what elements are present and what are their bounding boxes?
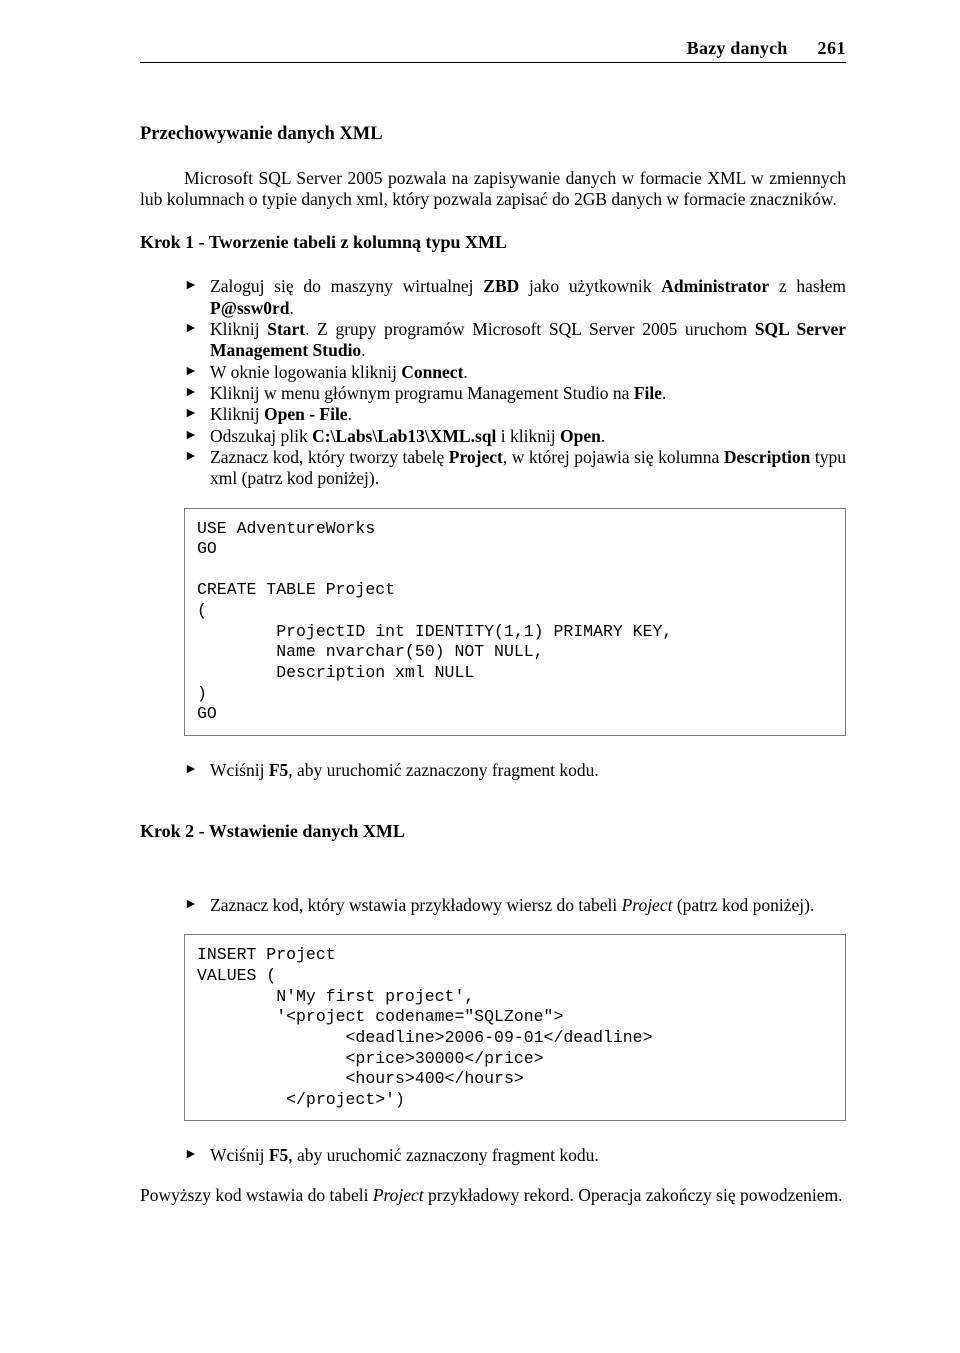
list-item: W oknie logowania kliknij Connect. bbox=[184, 362, 846, 383]
list-item: Kliknij w menu głównym programu Manageme… bbox=[184, 383, 846, 404]
list-item: Odszukaj plik C:\Labs\Lab13\XML.sql i kl… bbox=[184, 426, 846, 447]
closing-paragraph: Powyższy kod wstawia do tabeli Project p… bbox=[140, 1185, 846, 1206]
page: Bazy danych 261 Przechowywanie danych XM… bbox=[0, 0, 960, 1353]
step2-post-list: Wciśnij F5, aby uruchomić zaznaczony fra… bbox=[140, 1145, 846, 1166]
step2-title: Krok 2 - Wstawienie danych XML bbox=[140, 821, 846, 843]
list-item: Kliknij Start. Z grupy programów Microso… bbox=[184, 319, 846, 362]
list-item: Wciśnij F5, aby uruchomić zaznaczony fra… bbox=[184, 760, 846, 781]
section-title: Przechowywanie danych XML bbox=[140, 123, 846, 146]
list-item: Kliknij Open - File. bbox=[184, 404, 846, 425]
step1-title: Krok 1 - Tworzenie tabeli z kolumną typu… bbox=[140, 232, 846, 254]
header-rule bbox=[140, 62, 846, 63]
list-item: Zaznacz kod, który tworzy tabelę Project… bbox=[184, 447, 846, 490]
list-item: Wciśnij F5, aby uruchomić zaznaczony fra… bbox=[184, 1145, 846, 1166]
intro-paragraph: Microsoft SQL Server 2005 pozwala na zap… bbox=[140, 168, 846, 211]
code-block-2: INSERT Project VALUES ( N'My first proje… bbox=[184, 934, 846, 1121]
step1-post-list: Wciśnij F5, aby uruchomić zaznaczony fra… bbox=[140, 760, 846, 781]
step2-list: Zaznacz kod, który wstawia przykładowy w… bbox=[140, 895, 846, 916]
list-item: Zaznacz kod, który wstawia przykładowy w… bbox=[184, 895, 846, 916]
running-header: Bazy danych 261 bbox=[140, 38, 846, 60]
code-block-1: USE AdventureWorks GO CREATE TABLE Proje… bbox=[184, 508, 846, 736]
page-number: 261 bbox=[818, 38, 847, 60]
step1-list: Zaloguj się do maszyny wirtualnej ZBD ja… bbox=[140, 276, 846, 489]
chapter-label: Bazy danych bbox=[687, 38, 788, 60]
list-item: Zaloguj się do maszyny wirtualnej ZBD ja… bbox=[184, 276, 846, 319]
